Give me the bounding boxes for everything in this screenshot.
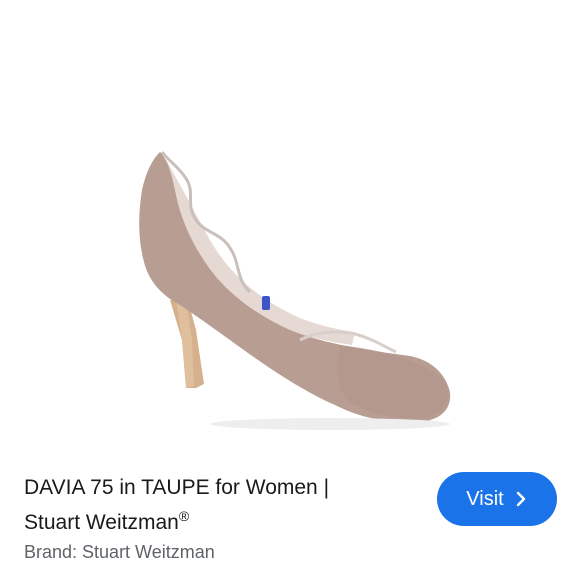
insole-logo	[262, 296, 270, 310]
shoe-illustration	[139, 151, 451, 430]
visit-button[interactable]: Visit	[437, 472, 557, 526]
brand-label: Brand: Stuart Weitzman	[24, 542, 215, 562]
product-title[interactable]: DAVIA 75 in TAUPE for Women | Stuart Wei…	[24, 474, 414, 537]
registered-mark: ®	[178, 508, 190, 524]
product-image[interactable]	[0, 0, 580, 460]
visit-button-label: Visit	[466, 487, 504, 510]
product-info: DAVIA 75 in TAUPE for Women | Stuart Wei…	[24, 474, 414, 537]
title-line-1: DAVIA 75 in TAUPE for Women |	[24, 476, 330, 499]
product-card: DAVIA 75 in TAUPE for Women | Stuart Wei…	[0, 0, 580, 580]
title-line-2: Stuart Weitzman	[24, 511, 179, 534]
chevron-right-icon	[516, 491, 525, 507]
